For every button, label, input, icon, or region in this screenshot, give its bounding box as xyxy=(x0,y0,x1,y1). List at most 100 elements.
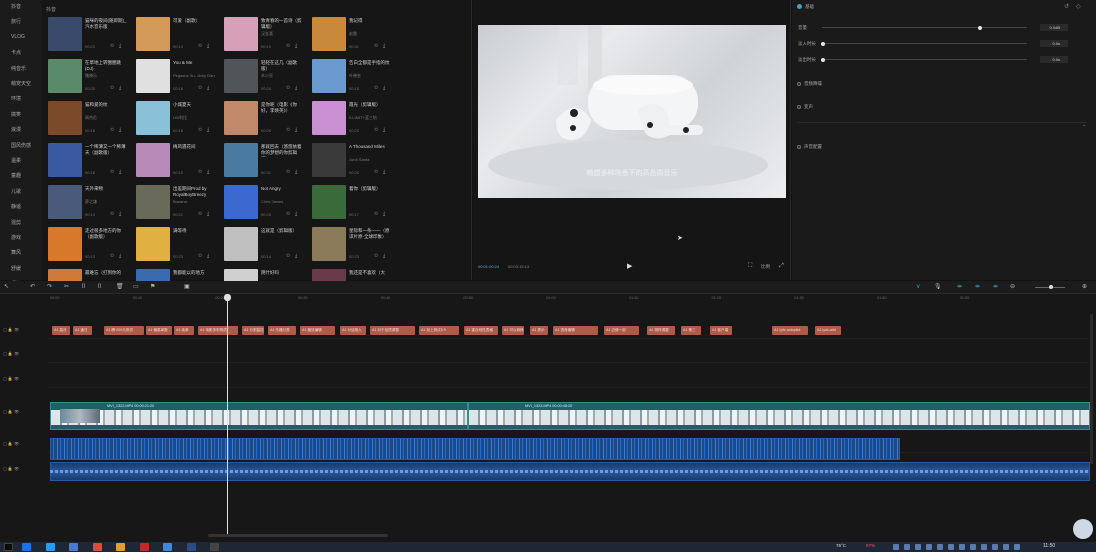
download-icon[interactable]: ⤓ xyxy=(119,169,121,175)
delete-icon[interactable]: 🗑 xyxy=(116,283,124,291)
ratio-button[interactable]: 比例 xyxy=(761,264,770,270)
tray-icon[interactable] xyxy=(970,544,976,550)
favorite-star-icon[interactable]: ✩ xyxy=(374,253,378,259)
favorite-star-icon[interactable]: ✩ xyxy=(286,211,290,217)
prop-value-input[interactable]: 0.0s xyxy=(1040,40,1068,47)
tray-icon[interactable] xyxy=(959,544,965,550)
music-card[interactable]: 轻轻在这几（副歌版） 木小亚 00:24 ✩ ⤓ xyxy=(221,58,303,95)
download-icon[interactable]: ⤓ xyxy=(383,253,385,259)
favorite-star-icon[interactable]: ✩ xyxy=(198,253,202,259)
music-card[interactable]: A Thousand Miles Jordi Santa 00:20 ✩ ⤓ xyxy=(309,142,391,179)
sidebar-item[interactable]: 浪漫 xyxy=(11,126,21,133)
tray-icon[interactable] xyxy=(948,544,954,550)
download-icon[interactable]: ⤓ xyxy=(295,169,297,175)
music-card[interactable]: 猫咪的夜间(随即期)_汽水音乐版 00:23 ✩ ⤓ xyxy=(45,16,127,53)
zoom-fit-icon[interactable]: ⊕ xyxy=(1082,283,1087,291)
sidebar-item[interactable]: 国风伤感 xyxy=(11,142,31,149)
download-icon[interactable]: ⤓ xyxy=(295,43,297,49)
album-thumbnail[interactable] xyxy=(312,185,346,219)
download-icon[interactable]: ⤓ xyxy=(119,85,121,91)
music-card[interactable]: 猫和爱的纹 周杰伦 00:18 ✩ ⤓ xyxy=(45,100,127,137)
download-icon[interactable]: ⤓ xyxy=(119,253,121,259)
video-clip[interactable]: MVI_1322.MP4 00:00:21:20 xyxy=(50,402,468,430)
sidebar-item[interactable]: 萌宠天空 xyxy=(11,80,31,87)
download-icon[interactable]: ⤓ xyxy=(207,127,209,133)
track-controls[interactable]: ▢ 🔒 👁 xyxy=(3,466,19,471)
album-thumbnail[interactable] xyxy=(136,227,170,261)
album-thumbnail[interactable] xyxy=(136,143,170,177)
album-thumbnail[interactable] xyxy=(312,143,346,177)
sidebar-item[interactable]: 游戏 xyxy=(11,234,21,241)
expand-icon[interactable]: ⤢ xyxy=(779,263,784,270)
text-clip[interactable]: A1 高月 xyxy=(52,326,70,335)
favorite-star-icon[interactable]: ✩ xyxy=(286,127,290,133)
timeline-scrollbar[interactable] xyxy=(208,534,388,537)
prop-slider[interactable] xyxy=(822,27,1027,28)
favorite-star-icon[interactable]: ✩ xyxy=(110,211,114,217)
tray-icon[interactable] xyxy=(992,544,998,550)
zoom-out-icon[interactable]: ⊖ xyxy=(1010,283,1015,291)
tray-icon[interactable] xyxy=(926,544,932,550)
undo-icon[interactable]: ↶ xyxy=(30,283,35,291)
music-card[interactable]: 可爱（副歌） 00:14 ✩ ⤓ xyxy=(133,16,215,53)
text-clip[interactable]: A1 对话拖入 xyxy=(340,326,366,335)
favorite-star-icon[interactable]: ✩ xyxy=(286,169,290,175)
tray-icon[interactable] xyxy=(1014,544,1020,550)
taskbar-app-icon[interactable] xyxy=(92,543,102,551)
music-card[interactable]: 满等待 00:23 ✩ ⤓ xyxy=(133,226,215,263)
track-controls[interactable]: ▢ 🔒 👁 xyxy=(3,351,19,356)
tray-icon[interactable] xyxy=(981,544,987,550)
text-clip[interactable]: A1 续单 xyxy=(174,326,194,335)
music-card[interactable]: You & Me Pegasus Xu, Jinny Dang 00:16 ✩ ⤓ xyxy=(133,58,215,95)
magnet-icon[interactable]: ⋎ xyxy=(916,283,920,291)
prop-slider[interactable] xyxy=(822,43,1027,44)
sidebar-item[interactable]: 儿歌 xyxy=(11,188,21,195)
download-icon[interactable]: ⤓ xyxy=(119,127,121,133)
taskbar-app-icon[interactable] xyxy=(186,543,196,551)
mic-icon[interactable]: 🎙 xyxy=(934,283,942,291)
sidebar-item[interactable]: 旅行 xyxy=(11,18,21,25)
redo-icon[interactable]: ↷ xyxy=(47,283,52,291)
favorite-star-icon[interactable]: ✩ xyxy=(374,43,378,49)
text-clip[interactable]: A1 重合线性表格 xyxy=(464,326,498,335)
freeze-icon[interactable]: ▭ xyxy=(133,283,139,291)
keyframe-icon[interactable]: ◇ xyxy=(1076,3,1081,10)
music-card[interactable]: 致青春的一首诗（剪辑版） 汉金喜 00:19 ✩ ⤓ xyxy=(221,16,303,53)
music-card[interactable]: 天外来物 薛之谦 00:14 ✩ ⤓ xyxy=(45,184,127,221)
text-clip[interactable]: A1 偏高单数 xyxy=(146,326,172,335)
playhead[interactable] xyxy=(227,294,228,534)
album-thumbnail[interactable] xyxy=(312,59,346,93)
text-clip[interactable]: A1 提示 xyxy=(530,326,548,335)
text-clip[interactable]: A1 对于品质调整 xyxy=(370,326,415,335)
text-clip[interactable]: A1 客户端 xyxy=(710,326,732,335)
taskbar-app-icon[interactable] xyxy=(139,543,149,551)
track-controls[interactable]: ▢ 🔒 👁 xyxy=(3,327,19,332)
sidebar-item[interactable]: 混剪 xyxy=(11,219,21,226)
album-thumbnail[interactable] xyxy=(48,59,82,93)
favorite-star-icon[interactable]: ✩ xyxy=(198,127,202,133)
track-controls[interactable]: ▢ 🔒 👁 xyxy=(3,441,19,446)
favorite-star-icon[interactable]: ✩ xyxy=(374,169,378,175)
crop-icon[interactable]: ▣ xyxy=(184,283,190,291)
prop-slider-handle[interactable] xyxy=(978,25,982,30)
text-clip[interactable]: A1 播放编辑 xyxy=(300,326,335,335)
preview-axis-icon[interactable]: ⇹ xyxy=(993,283,998,291)
vertical-scrollbar[interactable] xyxy=(1090,314,1093,464)
album-thumbnail[interactable] xyxy=(224,59,258,93)
favorite-star-icon[interactable]: ✩ xyxy=(110,43,114,49)
track-controls[interactable]: ▢ 🔒 👁 xyxy=(3,409,19,414)
prop-value-input[interactable]: 0.0dB xyxy=(1040,24,1068,31)
download-icon[interactable]: ⤓ xyxy=(383,43,385,49)
dropdown-icon[interactable]: ⌄ xyxy=(1082,122,1086,128)
download-icon[interactable]: ⤓ xyxy=(295,253,297,259)
split-right-icon[interactable]: ⌷ xyxy=(98,283,102,291)
album-thumbnail[interactable] xyxy=(224,185,258,219)
sidebar-item[interactable]: 卡点 xyxy=(11,49,21,56)
tray-icon[interactable] xyxy=(904,544,910,550)
text-clip[interactable]: A1 分割监控 xyxy=(242,326,264,335)
play-icon[interactable]: ▶ xyxy=(627,262,632,270)
taskbar-app-icon[interactable] xyxy=(210,543,219,551)
time-ruler[interactable]: 00:00 00:10 00:20 00:30 00:40 00:50 01:00 01:10… xyxy=(48,294,1096,304)
marker-icon[interactable]: ⚑ xyxy=(150,283,155,291)
music-card[interactable]: 星际和一条——（原谅片原-全球印象） 00:23 ✩ ⤓ xyxy=(309,226,391,263)
